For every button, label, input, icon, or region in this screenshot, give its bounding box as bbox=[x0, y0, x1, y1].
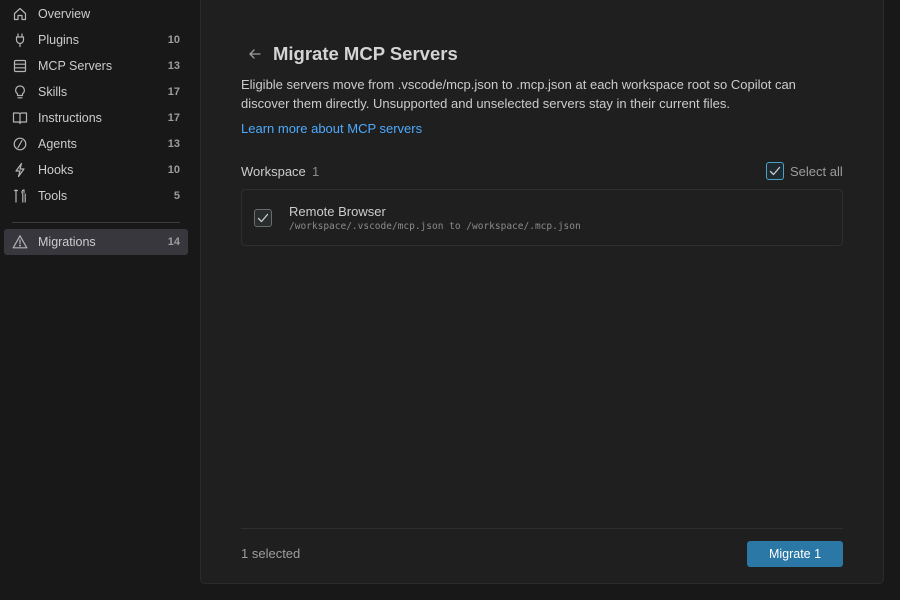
selected-count: 1 selected bbox=[241, 546, 301, 561]
sidebar-item-count: 10 bbox=[167, 164, 180, 176]
agent-icon bbox=[12, 136, 28, 152]
migration-panel: Migrate MCP Servers Eligible servers mov… bbox=[200, 0, 884, 584]
migrate-button[interactable]: Migrate 1 bbox=[747, 541, 843, 567]
sidebar-item-count: 17 bbox=[167, 112, 180, 124]
sidebar-item-count: 13 bbox=[167, 138, 180, 150]
sidebar-item-plugins[interactable]: Plugins 10 bbox=[4, 27, 188, 53]
arrow-left-icon bbox=[249, 49, 261, 59]
sidebar-item-hooks[interactable]: Hooks 10 bbox=[4, 157, 188, 183]
sidebar-item-label: Tools bbox=[38, 189, 68, 203]
server-name: Remote Browser bbox=[289, 204, 386, 219]
sidebar-item-label: Migrations bbox=[38, 235, 96, 249]
sidebar-item-label: Overview bbox=[38, 7, 91, 21]
learn-more-link[interactable]: Learn more about MCP servers bbox=[241, 121, 422, 136]
select-all-checkbox[interactable] bbox=[766, 162, 784, 180]
sidebar-item-agents[interactable]: Agents 13 bbox=[4, 131, 188, 157]
sidebar-item-migrations[interactable]: Migrations 14 bbox=[4, 229, 188, 255]
sidebar-item-label: Hooks bbox=[38, 163, 74, 177]
footer-divider bbox=[241, 528, 843, 529]
sidebar-item-label: MCP Servers bbox=[38, 59, 113, 73]
sidebar-item-mcp-servers[interactable]: MCP Servers 13 bbox=[4, 53, 188, 79]
sidebar-item-label: Skills bbox=[38, 85, 68, 99]
sidebar-item-label: Instructions bbox=[38, 111, 102, 125]
check-icon bbox=[769, 166, 781, 176]
server-path: /workspace/.vscode/mcp.json to /workspac… bbox=[289, 221, 581, 232]
sidebar-item-count: 13 bbox=[167, 60, 180, 72]
sidebar-item-skills[interactable]: Skills 17 bbox=[4, 79, 188, 105]
warning-icon bbox=[12, 234, 28, 250]
plug-icon bbox=[12, 32, 28, 48]
sidebar-item-overview[interactable]: Overview bbox=[4, 1, 188, 27]
sidebar-divider bbox=[12, 222, 180, 223]
sidebar-item-count: 17 bbox=[167, 86, 180, 98]
page-description: Eligible servers move from .vscode/mcp.j… bbox=[241, 77, 796, 111]
server-checkbox[interactable] bbox=[254, 209, 272, 227]
sidebar-item-label: Plugins bbox=[38, 33, 79, 47]
section-label: Workspace bbox=[241, 164, 306, 179]
sidebar-item-instructions[interactable]: Instructions 17 bbox=[4, 105, 188, 131]
sidebar-item-count: 14 bbox=[167, 236, 180, 248]
sidebar-item-count: 5 bbox=[173, 190, 180, 202]
lightning-icon bbox=[12, 162, 28, 178]
sidebar-item-tools[interactable]: Tools 5 bbox=[4, 183, 188, 209]
check-icon bbox=[257, 213, 269, 223]
page-title: Migrate MCP Servers bbox=[273, 43, 458, 64]
section-count: 1 bbox=[312, 164, 320, 179]
app-window: Overview Plugins 10 MCP Servers 13 Skill… bbox=[0, 0, 900, 600]
sidebar: Overview Plugins 10 MCP Servers 13 Skill… bbox=[0, 0, 200, 600]
server-row[interactable]: Remote Browser /workspace/.vscode/mcp.js… bbox=[241, 189, 843, 246]
book-icon bbox=[12, 110, 28, 126]
lightbulb-icon bbox=[12, 84, 28, 100]
select-all-label: Select all bbox=[790, 163, 843, 179]
tools-icon bbox=[12, 188, 28, 204]
sidebar-item-count: 10 bbox=[167, 34, 180, 46]
server-icon bbox=[12, 58, 28, 74]
select-all-control[interactable]: Select all bbox=[766, 162, 843, 180]
sidebar-item-label: Agents bbox=[38, 137, 77, 151]
home-icon bbox=[12, 6, 28, 22]
back-button[interactable] bbox=[245, 44, 265, 64]
